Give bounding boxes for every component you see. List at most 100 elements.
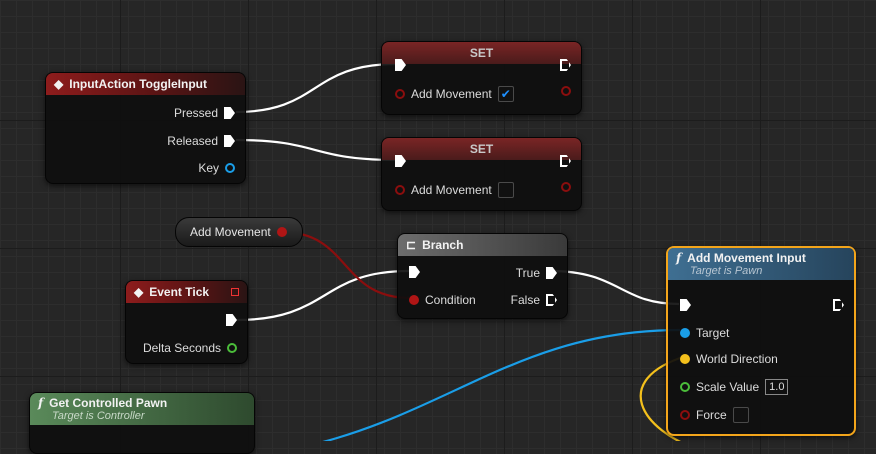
set1-exec-in-pin-icon[interactable]: [395, 59, 406, 71]
scale-value-pin-icon[interactable]: [680, 382, 690, 392]
ami-scale-value-row[interactable]: Scale Value 1.0: [680, 379, 789, 395]
scale-value-label: Scale Value: [696, 380, 760, 394]
ami-exec-out-row[interactable]: [833, 299, 844, 311]
released-label: Released: [167, 134, 218, 148]
event-tick-header[interactable]: ◆ Event Tick: [126, 281, 247, 303]
set2-exec-out-pin-icon[interactable]: [560, 155, 571, 167]
set1-exec-out-row[interactable]: [560, 59, 571, 71]
get-controlled-pawn-header[interactable]: f Get Controlled Pawn Target is Controll…: [30, 393, 254, 425]
branch-node[interactable]: ⊏ Branch True Condition False: [397, 233, 568, 319]
add-movement-input-header[interactable]: f Add Movement Input Target is Pawn: [668, 248, 854, 280]
bool-wire-condition: [281, 230, 411, 300]
ami-target-row[interactable]: Target: [680, 326, 729, 340]
force-pin-icon[interactable]: [680, 410, 690, 420]
set-node-true-header[interactable]: SET: [382, 42, 581, 64]
ami-exec-in-row[interactable]: [680, 299, 691, 311]
pressed-label: Pressed: [173, 106, 218, 120]
set2-bool-in-pin-icon[interactable]: [395, 185, 405, 195]
branch-false-row[interactable]: False: [511, 293, 557, 307]
released-exec-pin-icon[interactable]: [224, 135, 235, 147]
set1-bool-in-pin-icon[interactable]: [395, 89, 405, 99]
set2-var-label: Add Movement: [411, 183, 492, 197]
branch-icon: ⊏: [406, 238, 417, 252]
get-controlled-pawn-title: Get Controlled Pawn: [49, 396, 168, 410]
set1-bool-out-pin-icon[interactable]: [561, 86, 571, 96]
force-label: Force: [696, 408, 727, 422]
key-struct-pin-icon[interactable]: [225, 163, 235, 173]
set-node-false[interactable]: SET Add Movement: [381, 137, 582, 211]
function-icon: f: [38, 396, 44, 410]
tick-exec-out-row[interactable]: [226, 314, 237, 326]
set2-bool-out-row[interactable]: [561, 182, 571, 192]
getter-bool-out-pin-icon[interactable]: [276, 227, 287, 237]
branch-title: Branch: [422, 238, 464, 252]
branch-exec-in-pin-icon[interactable]: [409, 266, 420, 278]
branch-false-label: False: [510, 293, 540, 307]
event-diamond-icon: ◆: [134, 285, 144, 299]
pressed-exec-pin-icon[interactable]: [224, 107, 235, 119]
delegate-pin-icon[interactable]: [231, 288, 239, 296]
target-pin-icon[interactable]: [680, 328, 690, 338]
set1-bool-out-row[interactable]: [561, 86, 571, 96]
branch-header[interactable]: ⊏ Branch: [398, 234, 567, 256]
set1-exec-in-row[interactable]: [395, 59, 406, 71]
branch-condition-row[interactable]: Condition: [409, 293, 476, 307]
target-label: Target: [696, 326, 730, 340]
set-node-false-header[interactable]: SET: [382, 138, 581, 160]
ami-exec-in-pin-icon[interactable]: [680, 299, 691, 311]
world-direction-label: World Direction: [696, 352, 778, 366]
add-movement-input-subtitle: Target is Pawn: [690, 265, 763, 277]
exec-wire-released: [235, 138, 397, 162]
branch-false-pin-icon[interactable]: [546, 294, 557, 306]
delta-seconds-label: Delta Seconds: [142, 341, 221, 355]
set2-var-row[interactable]: Add Movement: [395, 182, 514, 198]
input-action-node[interactable]: ◆ InputAction ToggleInput Pressed Releas…: [45, 72, 246, 184]
add-movement-getter[interactable]: Add Movement: [175, 217, 303, 247]
branch-true-pin-icon[interactable]: [546, 267, 557, 279]
function-icon: f: [676, 251, 682, 265]
set-node-true-title: SET: [469, 46, 494, 60]
pressed-pin-row[interactable]: Pressed: [174, 106, 235, 120]
branch-condition-label: Condition: [425, 293, 476, 307]
add-movement-input-node[interactable]: f Add Movement Input Target is Pawn Targ…: [666, 246, 856, 436]
input-action-title: InputAction ToggleInput: [69, 77, 207, 91]
set-node-true[interactable]: SET Add Movement ✔: [381, 41, 582, 115]
tick-exec-out-pin-icon[interactable]: [226, 314, 237, 326]
force-checkbox[interactable]: [732, 407, 749, 423]
ami-exec-out-pin-icon[interactable]: [833, 299, 844, 311]
set2-exec-in-pin-icon[interactable]: [395, 155, 406, 167]
ami-force-row[interactable]: Force: [680, 407, 749, 423]
get-controlled-pawn-node[interactable]: f Get Controlled Pawn Target is Controll…: [29, 392, 255, 454]
object-wire-target: [322, 328, 681, 441]
exec-wire-tick: [235, 269, 410, 322]
event-tick-node[interactable]: ◆ Event Tick Delta Seconds: [125, 280, 248, 364]
key-label: Key: [198, 161, 219, 175]
exec-wire-true: [549, 269, 680, 306]
set2-exec-out-row[interactable]: [560, 155, 571, 167]
set2-exec-in-row[interactable]: [395, 155, 406, 167]
set2-checkbox[interactable]: [497, 182, 514, 198]
delta-seconds-row[interactable]: Delta Seconds: [143, 341, 237, 355]
get-controlled-pawn-subtitle: Target is Controller: [52, 410, 145, 422]
set1-checkbox[interactable]: ✔: [497, 86, 514, 102]
world-direction-pin-icon[interactable]: [680, 354, 690, 364]
key-pin-row[interactable]: Key: [198, 161, 235, 175]
set-node-false-title: SET: [469, 142, 494, 156]
delta-seconds-pin-icon[interactable]: [227, 343, 237, 353]
add-movement-input-title: Add Movement Input: [687, 251, 806, 265]
set1-var-label: Add Movement: [411, 87, 492, 101]
event-diamond-icon: ◆: [54, 77, 64, 91]
branch-condition-pin-icon[interactable]: [409, 295, 419, 305]
input-action-header[interactable]: ◆ InputAction ToggleInput: [46, 73, 245, 95]
checkmark-icon: ✔: [500, 87, 511, 101]
branch-true-label: True: [515, 266, 540, 280]
branch-exec-in-row[interactable]: [409, 266, 420, 278]
released-pin-row[interactable]: Released: [167, 134, 235, 148]
set2-bool-out-pin-icon[interactable]: [561, 182, 571, 192]
branch-true-row[interactable]: True: [516, 266, 557, 280]
ami-world-direction-row[interactable]: World Direction: [680, 352, 778, 366]
scale-value-input[interactable]: 1.0: [765, 379, 789, 395]
set1-exec-out-pin-icon[interactable]: [560, 59, 571, 71]
set1-var-row[interactable]: Add Movement ✔: [395, 86, 514, 102]
exec-wire-pressed: [235, 62, 397, 114]
